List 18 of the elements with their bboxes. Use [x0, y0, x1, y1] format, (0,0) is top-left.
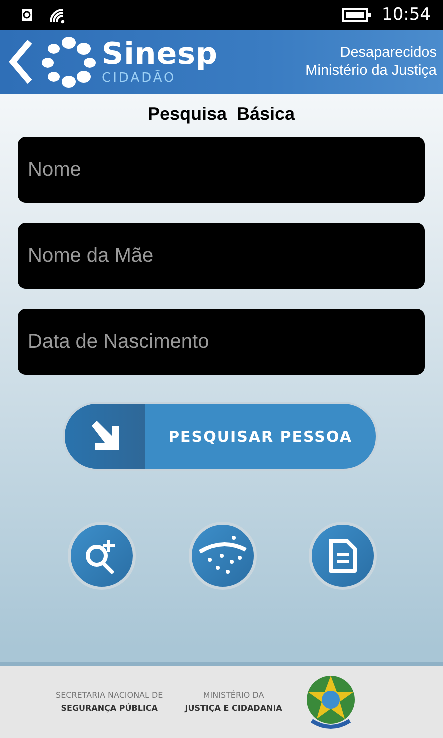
header-text: Ministério da Justiça: [306, 62, 437, 80]
header-text: Desaparecidos: [340, 44, 437, 62]
page-title: Pesquisa Básica: [146, 104, 296, 125]
clock-time: 10:54: [382, 5, 431, 25]
logo-subtitle: CIDADÃO: [102, 72, 176, 84]
footer-text: SEGURANÇA PÚBLICA: [61, 702, 158, 715]
footer-text: SECRETARIA NACIONAL DE: [56, 690, 164, 702]
input-field[interactable]: Data de Nascimento: [18, 309, 425, 375]
footer-text: MINISTÉRIO DA: [203, 690, 264, 702]
input-field[interactable]: Nome: [18, 137, 425, 203]
input-field[interactable]: Nome da Mãe: [18, 223, 425, 289]
logo-icon: [40, 35, 98, 89]
document-icon: [328, 538, 358, 574]
logo-title: Sinesp: [102, 40, 218, 70]
back-icon: [8, 38, 34, 86]
battery-icon: [342, 8, 372, 22]
footer-text: JUSTIÇA E CIDADANIA: [185, 703, 282, 715]
search-button[interactable]: PESQUISAR PESSOA: [63, 402, 378, 471]
